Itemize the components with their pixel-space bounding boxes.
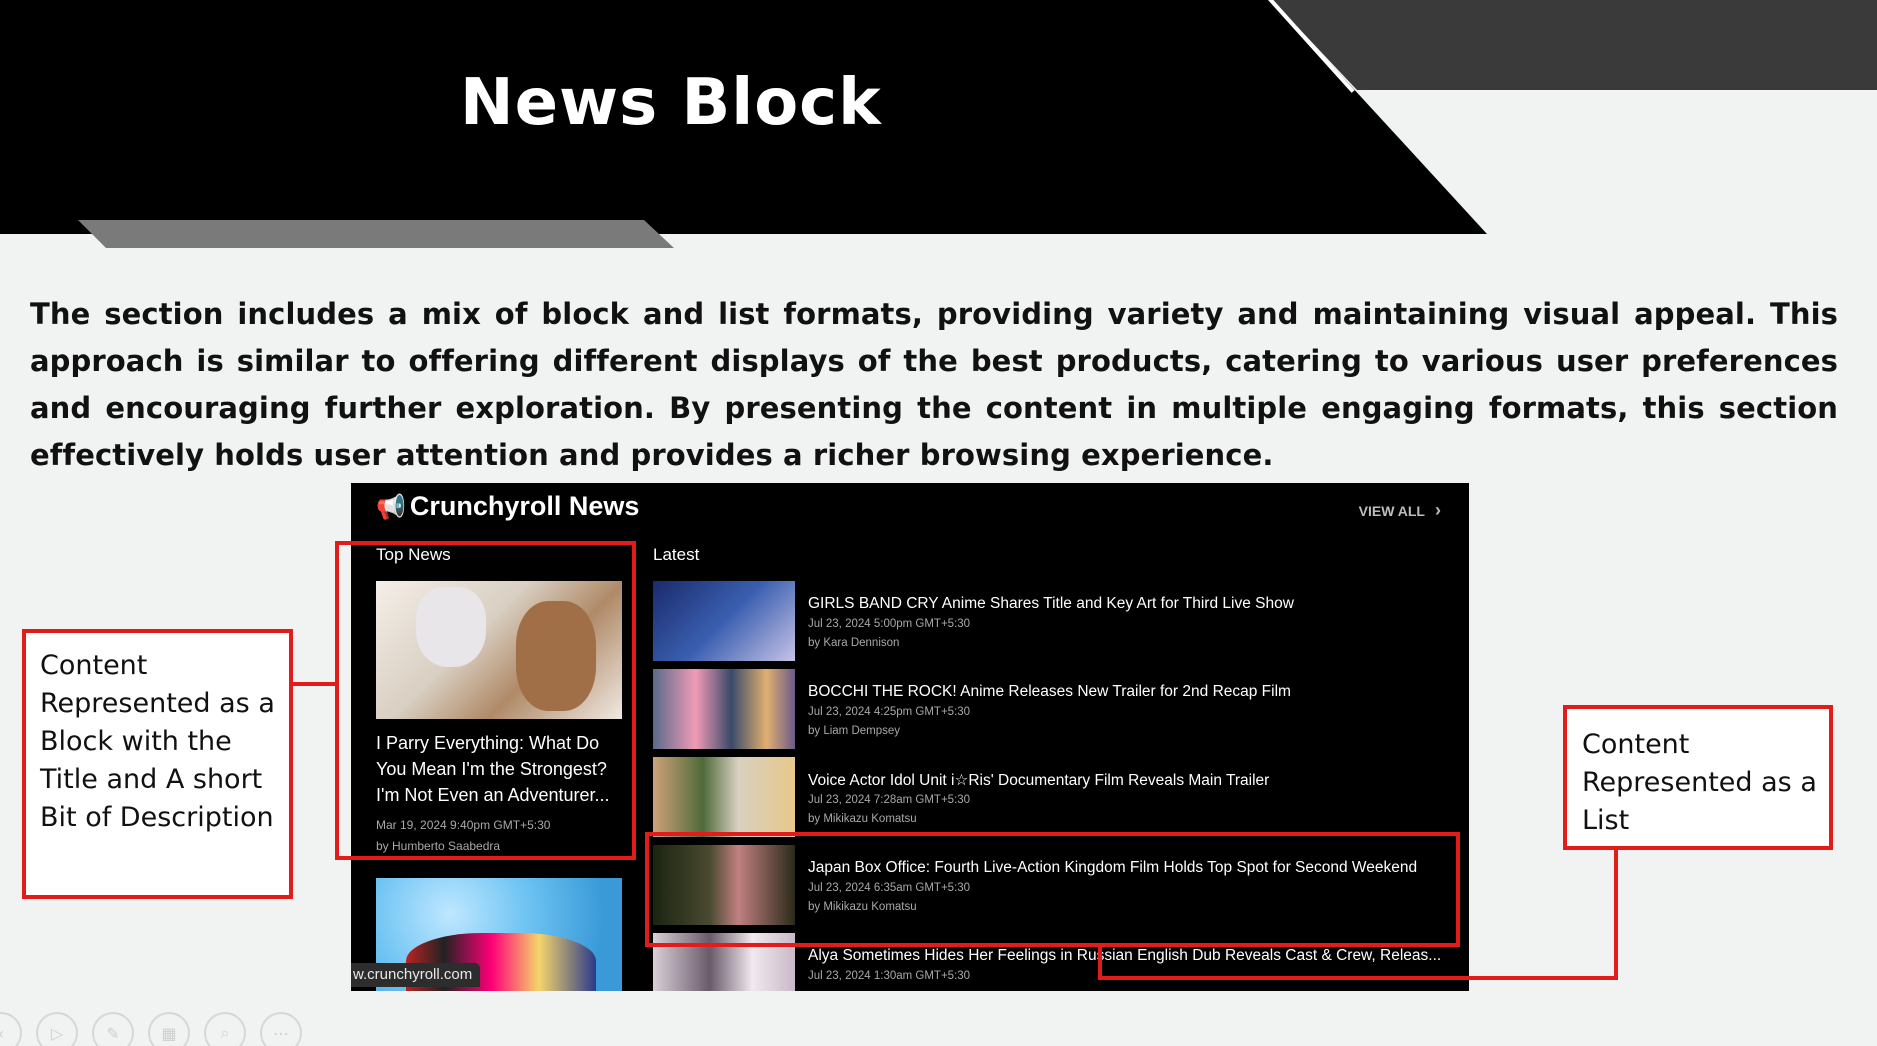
url-status-badge: w.crunchyroll.com: [351, 963, 481, 987]
list-date: Jul 23, 2024 5:00pm GMT+5:30: [808, 618, 971, 630]
pen-icon[interactable]: ✎: [92, 1012, 134, 1046]
view-all-link[interactable]: VIEW ALL ›: [1359, 500, 1441, 521]
list-author: by Kara Dennison: [808, 637, 900, 649]
header-underline: [78, 220, 674, 248]
list-connector-horizontal: [1098, 976, 1618, 980]
list-date: Jul 23, 2024 1:30am GMT+5:30: [808, 970, 971, 982]
list-title[interactable]: GIRLS BAND CRY Anime Shares Title and Ke…: [808, 595, 1294, 613]
list-title[interactable]: Alya Sometimes Hides Her Feelings in Rus…: [808, 947, 1441, 965]
list-highlight-box: [645, 832, 1460, 947]
list-connector-stub: [1098, 945, 1102, 980]
list-author: by Mikikazu Komatsu: [808, 813, 917, 825]
list-author: by Liam Dempsey: [808, 725, 901, 737]
corner-decoration: [1272, 0, 1877, 90]
list-connector-vertical: [1614, 850, 1618, 980]
block-highlight-box: [335, 541, 636, 860]
brand-name: Crunchyroll News: [409, 491, 640, 521]
prev-icon[interactable]: ‹: [0, 1012, 22, 1046]
slide-description: The section includes a mix of block and …: [30, 297, 1838, 472]
presentation-toolbar: ‹ ▷ ✎ ▦ ⌕ ⋯: [0, 1012, 340, 1046]
grid-icon[interactable]: ▦: [148, 1012, 190, 1046]
more-icon[interactable]: ⋯: [260, 1012, 302, 1046]
crunchyroll-brand[interactable]: 📢 Crunchyroll News: [376, 491, 639, 522]
chevron-right-icon: ›: [1435, 500, 1441, 520]
list-date: Jul 23, 2024 7:28am GMT+5:30: [808, 794, 971, 806]
next-icon[interactable]: ▷: [36, 1012, 78, 1046]
list-item[interactable]: GIRLS BAND CRY Anime Shares Title and Ke…: [653, 581, 1453, 661]
slide-title: News Block: [460, 66, 882, 140]
list-item[interactable]: BOCCHI THE ROCK! Anime Releases New Trai…: [653, 669, 1453, 749]
list-item[interactable]: Voice Actor Idol Unit i☆Ris' Documentary…: [653, 757, 1453, 837]
list-thumbnail[interactable]: [653, 581, 795, 661]
zoom-icon[interactable]: ⌕: [204, 1012, 246, 1046]
list-date: Jul 23, 2024 4:25pm GMT+5:30: [808, 706, 971, 718]
block-connector-line: [293, 682, 335, 686]
list-title[interactable]: Voice Actor Idol Unit i☆Ris' Documentary…: [808, 771, 1269, 790]
list-thumbnail[interactable]: [653, 757, 795, 837]
latest-heading: Latest: [653, 545, 700, 564]
view-all-label: VIEW ALL: [1358, 502, 1425, 519]
list-thumbnail[interactable]: [653, 669, 795, 749]
megaphone-icon: 📢: [376, 492, 406, 521]
list-title[interactable]: BOCCHI THE ROCK! Anime Releases New Trai…: [808, 683, 1291, 701]
list-callout-text: Content Represented as a List: [1582, 729, 1817, 836]
block-callout-text: Content Represented as a Block with the …: [40, 650, 275, 833]
